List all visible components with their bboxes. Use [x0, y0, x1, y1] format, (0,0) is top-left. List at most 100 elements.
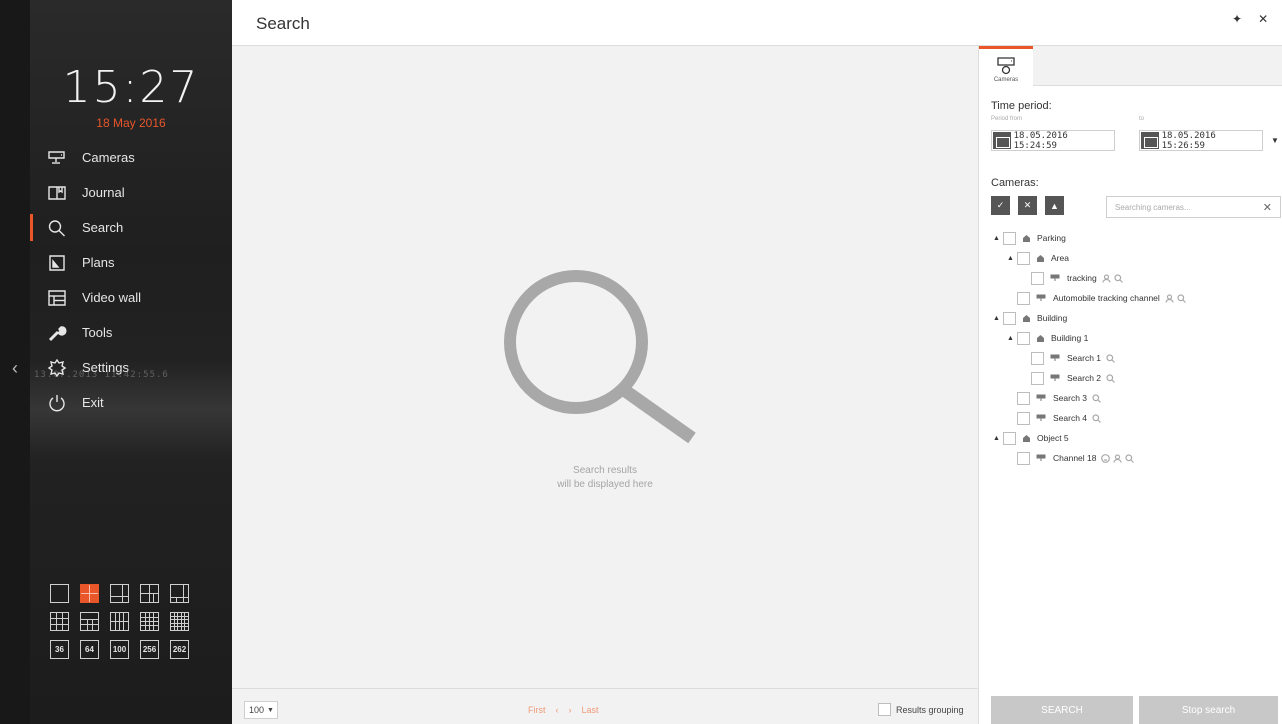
tree-label: Search 4 [1053, 413, 1088, 423]
nav-label: Plans [82, 255, 115, 270]
tree-node-automobile-tracking[interactable]: Automobile tracking channel [1017, 290, 1186, 306]
layout-1-plus-5[interactable] [140, 584, 159, 603]
person-icon [1102, 273, 1111, 283]
tree-label: Channel 18 [1053, 453, 1097, 463]
results-grouping-checkbox[interactable] [878, 703, 891, 716]
expand-toggle-icon[interactable]: ▲ [1007, 255, 1017, 262]
close-icon[interactable]: ✕ [1258, 12, 1268, 26]
empty-results-line1: Search results [573, 465, 637, 476]
tree-checkbox[interactable] [1003, 311, 1016, 325]
large-search-icon [504, 266, 704, 451]
tree-node-channel-18[interactable]: Channel 18 [1017, 450, 1135, 466]
tab-cameras[interactable]: Cameras [979, 46, 1033, 86]
tree-checkbox[interactable] [1017, 251, 1030, 265]
expand-toggle-icon[interactable]: ▲ [993, 235, 1003, 242]
tree-checkbox[interactable] [1017, 291, 1030, 305]
collapse-all-button[interactable]: ▲ [1045, 196, 1064, 215]
search-button[interactable]: SEARCH [991, 696, 1133, 724]
nav-item-exit[interactable]: Exit [30, 385, 232, 420]
calendar-icon[interactable] [993, 132, 1011, 149]
layout-64[interactable]: 64 [80, 640, 99, 659]
camera-search-field[interactable]: ✕ [1106, 196, 1281, 218]
tree-node-object-5[interactable]: ▲ Object 5 [993, 430, 1069, 446]
chevron-right-icon[interactable]: › [569, 705, 572, 715]
layout-2x2[interactable] [80, 584, 99, 603]
tree-checkbox[interactable] [1017, 331, 1030, 345]
layout-4x3[interactable] [110, 612, 129, 631]
nav-item-video-wall[interactable]: Video wall [30, 280, 232, 315]
search-icon [1114, 273, 1123, 283]
tree-checkbox[interactable] [1031, 371, 1044, 385]
tree-node-building-1[interactable]: ▲ Building 1 [1007, 330, 1088, 346]
wrench-icon [46, 324, 68, 342]
period-from-value: 18.05.2016 15:24:59 [1013, 130, 1068, 151]
chevron-down-icon[interactable]: ▼ [1271, 136, 1279, 145]
tree-label: Object 5 [1037, 433, 1069, 443]
nav-item-search[interactable]: Search [30, 210, 232, 245]
tree-node-area[interactable]: ▲ Area [1007, 250, 1069, 266]
layout-3x3[interactable] [50, 612, 69, 631]
results-footer: 100 ▼ First ‹ › Last Results grouping [232, 688, 978, 724]
results-grouping-toggle[interactable]: Results grouping [878, 703, 964, 716]
expand-toggle-icon[interactable]: ▲ [993, 435, 1003, 442]
layout-4x4[interactable] [140, 612, 159, 631]
tree-node-building[interactable]: ▲ Building [993, 310, 1067, 326]
clear-icon[interactable]: ✕ [1263, 201, 1272, 214]
chevron-left-icon[interactable]: ‹ [556, 705, 559, 715]
channel-feature-icons [1106, 373, 1115, 383]
tree-node-search-4[interactable]: Search 4 [1017, 410, 1101, 426]
expand-toggle-icon[interactable]: ▲ [1007, 335, 1017, 342]
folder-icon [1036, 254, 1045, 263]
layout-36[interactable]: 36 [50, 640, 69, 659]
chevron-left-icon[interactable]: ‹ [12, 358, 18, 379]
nav-item-cameras[interactable]: Cameras [30, 140, 232, 175]
tree-label: Building 1 [1051, 333, 1089, 343]
layout-5x5[interactable] [170, 612, 189, 631]
deselect-all-button[interactable]: ✕ [1018, 196, 1037, 215]
layout-262[interactable]: 262 [170, 640, 189, 659]
tree-checkbox[interactable] [1003, 431, 1016, 445]
nav-item-tools[interactable]: Tools [30, 315, 232, 350]
layout-1x1[interactable] [50, 584, 69, 603]
period-to-label: to [1139, 116, 1145, 122]
tree-label: tracking [1067, 273, 1097, 283]
tree-node-search-2[interactable]: Search 2 [1031, 370, 1115, 386]
layout-256[interactable]: 256 [140, 640, 159, 659]
tree-checkbox[interactable] [1017, 411, 1030, 425]
tree-checkbox[interactable] [1017, 391, 1030, 405]
nav-item-plans[interactable]: Plans [30, 245, 232, 280]
tree-node-tracking[interactable]: tracking [1031, 270, 1123, 286]
nav-item-journal[interactable]: Journal [30, 175, 232, 210]
folder-icon [1022, 434, 1031, 443]
channel-feature-icons [1092, 413, 1101, 423]
nav-item-settings[interactable]: Settings [30, 350, 232, 385]
layout-100[interactable]: 100 [110, 640, 129, 659]
layout-1-plus-3[interactable] [110, 584, 129, 603]
period-from-input[interactable]: 18.05.2016 15:24:59 [991, 130, 1115, 151]
tree-checkbox[interactable] [1003, 231, 1016, 245]
tree-checkbox[interactable] [1031, 271, 1044, 285]
calendar-icon[interactable] [1141, 132, 1159, 149]
tree-node-parking[interactable]: ▲ Parking [993, 230, 1066, 246]
pin-icon[interactable]: ✦ [1232, 12, 1242, 26]
empty-results-message: Search results will be displayed here [232, 464, 978, 492]
tree-node-search-1[interactable]: Search 1 [1031, 350, 1115, 366]
tree-node-search-3[interactable]: Search 3 [1017, 390, 1101, 406]
tree-checkbox[interactable] [1017, 451, 1030, 465]
layout-1-plus-7[interactable] [170, 584, 189, 603]
page-size-select[interactable]: 100 ▼ [244, 701, 278, 719]
stop-search-button[interactable]: Stop search [1139, 696, 1278, 724]
period-to-value: 18.05.2016 15:26:59 [1161, 130, 1216, 151]
expand-toggle-icon[interactable]: ▲ [993, 315, 1003, 322]
pager-first-link[interactable]: First [528, 705, 546, 715]
power-icon [46, 394, 68, 412]
camera-icon [1050, 354, 1061, 362]
layout-3x3-wide[interactable] [80, 612, 99, 631]
period-to-input[interactable]: 18.05.2016 15:26:59 [1139, 130, 1263, 151]
pager-last-link[interactable]: Last [582, 705, 599, 715]
results-grouping-label: Results grouping [896, 704, 964, 715]
camera-search-input[interactable] [1115, 202, 1255, 212]
select-all-button[interactable]: ✓ [991, 196, 1010, 215]
tree-checkbox[interactable] [1031, 351, 1044, 365]
camera-icon [1036, 394, 1047, 402]
